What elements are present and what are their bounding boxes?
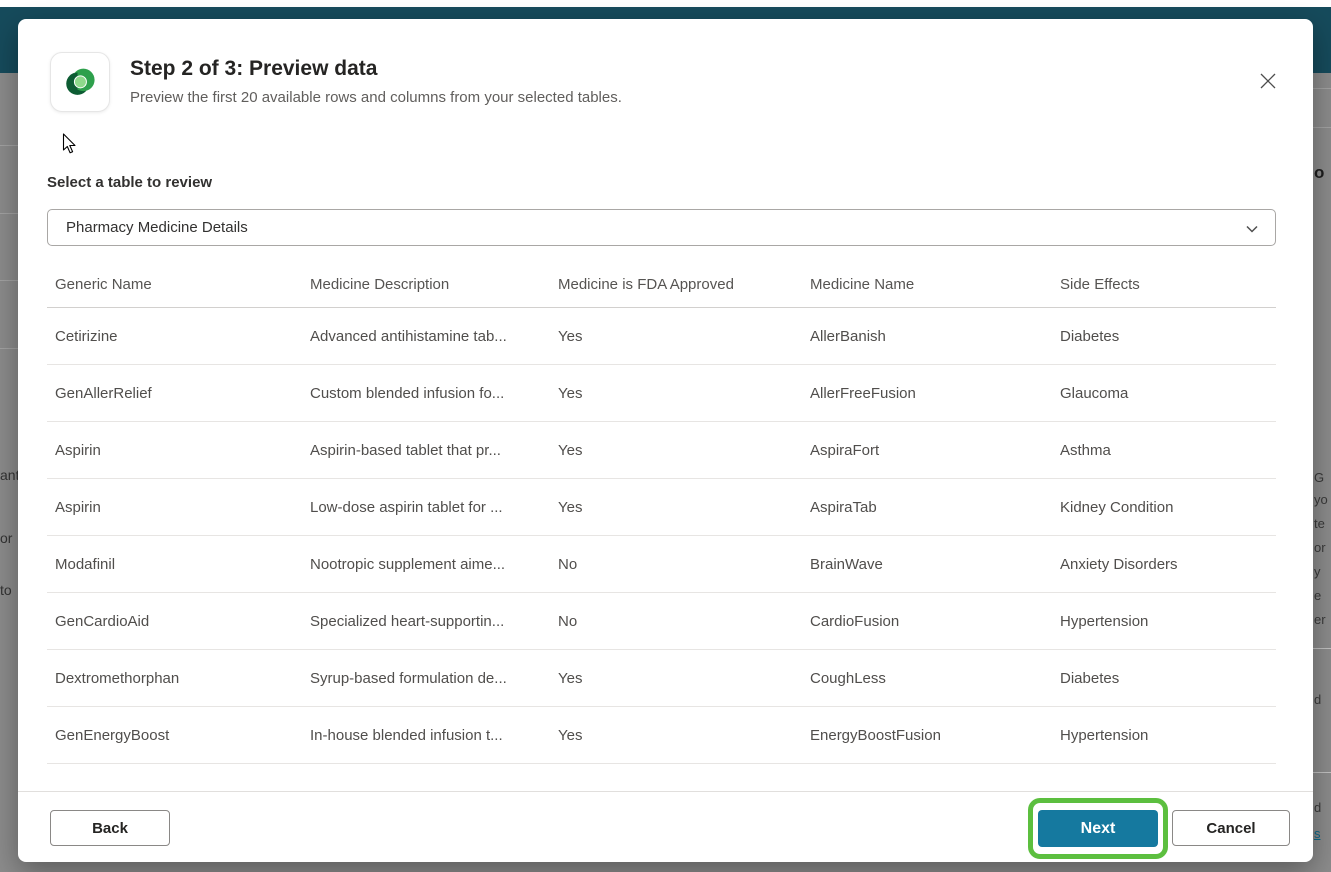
back-button[interactable]: Back	[50, 810, 170, 846]
footer-divider	[18, 791, 1313, 792]
cell-medicine-name: AllerFreeFusion	[802, 385, 1052, 402]
table-row: GenAllerRelief Custom blended infusion f…	[47, 365, 1276, 422]
cell-side-effects: Hypertension	[1052, 613, 1276, 630]
background-row-divider	[0, 280, 18, 281]
background-row-divider	[1313, 648, 1331, 649]
cell-fda-approved: Yes	[550, 499, 802, 516]
chevron-down-icon	[1243, 220, 1261, 238]
cell-generic-name: Dextromethorphan	[47, 670, 302, 687]
table-body: Cetirizine Advanced antihistamine tab...…	[47, 308, 1276, 764]
cell-side-effects: Anxiety Disorders	[1052, 556, 1276, 573]
background-text-fragment: s	[1314, 826, 1331, 841]
background-text-fragment: y	[1314, 564, 1331, 579]
cell-medicine-description: Aspirin-based tablet that pr...	[302, 442, 550, 459]
cell-fda-approved: Yes	[550, 328, 802, 345]
cell-medicine-name: CoughLess	[802, 670, 1052, 687]
cell-fda-approved: Yes	[550, 727, 802, 744]
dataverse-icon	[60, 62, 100, 102]
background-text-fragment: o	[1314, 163, 1331, 183]
background-text-fragment: or	[0, 530, 18, 546]
table-header-row: Generic Name Medicine Description Medici…	[47, 262, 1276, 308]
cell-medicine-description: Low-dose aspirin tablet for ...	[302, 499, 550, 516]
cell-side-effects: Kidney Condition	[1052, 499, 1276, 516]
cell-generic-name: Aspirin	[47, 499, 302, 516]
cell-medicine-description: Syrup-based formulation de...	[302, 670, 550, 687]
cell-side-effects: Diabetes	[1052, 328, 1276, 345]
background-row-divider	[0, 145, 18, 146]
column-header: Medicine Description	[302, 276, 550, 293]
cell-side-effects: Hypertension	[1052, 727, 1276, 744]
cell-generic-name: Modafinil	[47, 556, 302, 573]
table-row: Aspirin Low-dose aspirin tablet for ... …	[47, 479, 1276, 536]
cell-medicine-name: EnergyBoostFusion	[802, 727, 1052, 744]
background-row-divider	[0, 213, 18, 214]
background-text-fragment: d	[1314, 692, 1331, 707]
cell-fda-approved: No	[550, 613, 802, 630]
background-row-divider	[1313, 772, 1331, 773]
close-icon	[1258, 71, 1278, 91]
close-button[interactable]	[1255, 68, 1281, 94]
background-row-divider	[1313, 127, 1331, 128]
cell-fda-approved: Yes	[550, 442, 802, 459]
background-text-fragment: ant	[0, 467, 18, 483]
cell-generic-name: GenEnergyBoost	[47, 727, 302, 744]
cell-medicine-name: AllerBanish	[802, 328, 1052, 345]
column-header: Generic Name	[47, 276, 302, 293]
cell-medicine-name: AspiraTab	[802, 499, 1052, 516]
table-row: GenCardioAid Specialized heart-supportin…	[47, 593, 1276, 650]
dialog-logo	[50, 52, 110, 112]
background-text-fragment: G	[1314, 470, 1331, 485]
cell-generic-name: GenAllerRelief	[47, 385, 302, 402]
cell-medicine-description: Advanced antihistamine tab...	[302, 328, 550, 345]
background-text-fragment: yo	[1314, 492, 1331, 507]
column-header: Medicine is FDA Approved	[550, 276, 802, 293]
background-text-fragment: e	[1314, 588, 1331, 603]
background-text-fragment: d	[1314, 800, 1331, 815]
cell-fda-approved: Yes	[550, 385, 802, 402]
cancel-button[interactable]: Cancel	[1172, 810, 1290, 846]
cell-medicine-name: BrainWave	[802, 556, 1052, 573]
background-row-divider	[1313, 88, 1331, 89]
background-text-fragment: to	[0, 582, 18, 598]
table-row: Cetirizine Advanced antihistamine tab...…	[47, 308, 1276, 365]
background-text-fragment: er	[1314, 612, 1331, 627]
table-row: GenEnergyBoost In-house blended infusion…	[47, 707, 1276, 764]
column-header: Medicine Name	[802, 276, 1052, 293]
dialog-subtitle: Preview the first 20 available rows and …	[130, 89, 622, 106]
cell-generic-name: Cetirizine	[47, 328, 302, 345]
table-row: Modafinil Nootropic supplement aime... N…	[47, 536, 1276, 593]
cell-medicine-name: AspiraFort	[802, 442, 1052, 459]
cell-side-effects: Diabetes	[1052, 670, 1276, 687]
cell-generic-name: GenCardioAid	[47, 613, 302, 630]
cell-fda-approved: No	[550, 556, 802, 573]
cell-medicine-description: Specialized heart-supportin...	[302, 613, 550, 630]
background-text-fragment: te	[1314, 516, 1331, 531]
preview-data-dialog: Step 2 of 3: Preview data Preview the fi…	[18, 19, 1313, 862]
table-row: Aspirin Aspirin-based tablet that pr... …	[47, 422, 1276, 479]
preview-table: Generic Name Medicine Description Medici…	[47, 262, 1276, 764]
cell-medicine-name: CardioFusion	[802, 613, 1052, 630]
cell-generic-name: Aspirin	[47, 442, 302, 459]
table-select-value: Pharmacy Medicine Details	[48, 219, 248, 236]
screen: ant or to o G yo te or y e er d d s	[0, 0, 1331, 872]
cell-medicine-description: Custom blended infusion fo...	[302, 385, 550, 402]
table-select-label: Select a table to review	[47, 174, 212, 191]
cell-fda-approved: Yes	[550, 670, 802, 687]
table-row: Dextromethorphan Syrup-based formulation…	[47, 650, 1276, 707]
table-select-dropdown[interactable]: Pharmacy Medicine Details	[47, 209, 1276, 246]
cell-side-effects: Asthma	[1052, 442, 1276, 459]
cell-medicine-description: In-house blended infusion t...	[302, 727, 550, 744]
cell-side-effects: Glaucoma	[1052, 385, 1276, 402]
cell-medicine-description: Nootropic supplement aime...	[302, 556, 550, 573]
background-row-divider	[0, 348, 18, 349]
next-button[interactable]: Next	[1038, 810, 1158, 847]
mouse-cursor	[62, 133, 78, 155]
background-text-fragment: or	[1314, 540, 1331, 555]
column-header: Side Effects	[1052, 276, 1276, 293]
dialog-title: Step 2 of 3: Preview data	[130, 57, 377, 81]
